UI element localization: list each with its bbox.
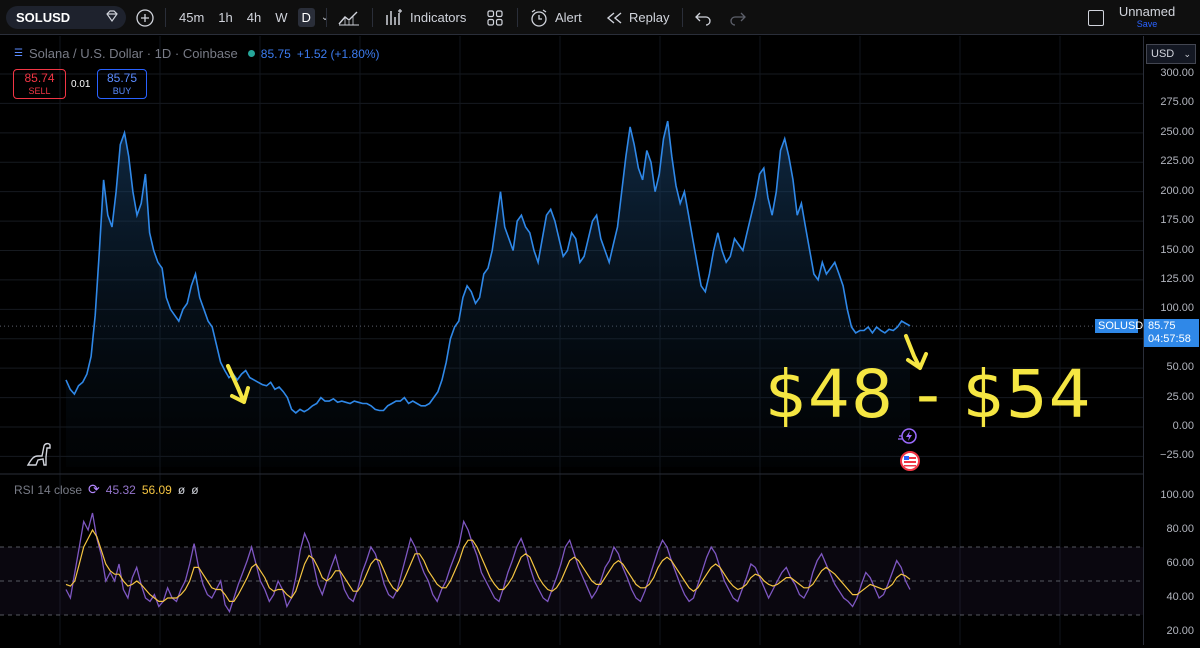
alarm-clock-icon	[531, 8, 547, 27]
price-axis-label: 125.00	[1160, 272, 1194, 285]
price-axis-label: 250.00	[1160, 125, 1194, 138]
sell-price: 85.74	[24, 71, 55, 85]
timeframe-45m[interactable]: 45m	[175, 8, 208, 27]
symbol-label: SOLUSD	[16, 10, 71, 25]
last-price-symbol-tag: SOLUSD	[1095, 319, 1143, 333]
separator	[326, 8, 327, 27]
separator	[682, 8, 683, 27]
sell-label: SELL	[28, 86, 51, 96]
last-price-axis-tag: 85.75 04:57:58	[1144, 319, 1199, 347]
top-toolbar: SOLUSD 45m 1h 4h W D ⌄ Indicators Alert …	[0, 0, 1200, 35]
replay-button[interactable]: Replay	[605, 0, 669, 35]
timeframe-1h[interactable]: 1h	[214, 8, 236, 27]
save-label: Save	[1136, 19, 1158, 29]
price-axis-label: 275.00	[1160, 96, 1194, 109]
us-flag-event-icon[interactable]	[900, 451, 920, 474]
buy-label: BUY	[112, 86, 132, 96]
separator	[372, 8, 373, 27]
price-axis-label: 50.00	[1166, 361, 1194, 374]
legend-title[interactable]: Solana / U.S. Dollar · 1D · Coinbase	[29, 46, 238, 61]
price-axis-label: 225.00	[1160, 155, 1194, 168]
chevron-down-icon: ⌄	[1183, 48, 1191, 59]
market-status-dot	[247, 50, 255, 57]
legend-price: 85.75	[260, 46, 291, 61]
diamond-icon[interactable]	[104, 8, 120, 27]
timeframe-w[interactable]: W	[271, 8, 291, 27]
rsi-axis-label: 80.00	[1166, 523, 1194, 535]
compare-add-icon[interactable]	[135, 0, 155, 35]
currency-label: USD	[1151, 48, 1175, 60]
indicators-icon	[386, 8, 402, 25]
price-axis-label: 150.00	[1160, 243, 1194, 256]
layout-name-button[interactable]: Unnamed Save	[1117, 5, 1177, 31]
indicators-button[interactable]: Indicators	[384, 0, 466, 35]
price-axis-label: −25.00	[1160, 449, 1194, 462]
rsi-extra-2: ø	[191, 482, 199, 497]
price-chart-svg[interactable]	[0, 36, 1143, 645]
rsi-extra-1: ø	[177, 482, 186, 497]
replay-label: Replay	[629, 10, 670, 25]
layout-checkbox[interactable]	[1088, 0, 1104, 35]
refresh-icon[interactable]: ⟳	[88, 481, 100, 498]
chart-pane[interactable]	[0, 36, 1143, 645]
price-axis-label: 300.00	[1160, 67, 1194, 79]
timeframe-4h[interactable]: 4h	[243, 8, 265, 27]
separator	[165, 8, 166, 27]
spread-value: 0.01	[71, 79, 91, 90]
last-price-value: 85.75	[1148, 320, 1176, 332]
rsi-axis-label: 20.00	[1166, 625, 1194, 637]
legend-change: +1.52 (+1.80%)	[296, 46, 380, 61]
alert-button[interactable]: Alert	[529, 0, 582, 35]
undo-icon[interactable]	[694, 0, 712, 35]
price-axis-label: 25.00	[1166, 390, 1194, 403]
currency-select[interactable]: USD ⌄	[1146, 44, 1196, 64]
redo-icon[interactable]	[729, 0, 747, 35]
layout-name: Unnamed	[1118, 4, 1176, 19]
buy-price: 85.75	[106, 71, 138, 85]
timeframe-group: 45m 1h 4h W D ⌄	[175, 0, 329, 35]
price-axis-label: 100.00	[1160, 302, 1194, 315]
alert-label: Alert	[555, 10, 582, 25]
chart-type-icon[interactable]	[337, 0, 361, 35]
price-axis-label: 200.00	[1160, 184, 1194, 197]
rsi-legend: RSI 14 close ⟳ 45.32 56.09 ø ø	[14, 481, 199, 498]
event-lightning-icon[interactable]	[897, 427, 919, 448]
rewind-icon	[606, 11, 622, 24]
price-axis-label: 0.00	[1172, 420, 1194, 432]
rsi-ma-value: 56.09	[141, 482, 172, 497]
sell-button[interactable]: 85.74 SELL	[13, 69, 66, 99]
separator	[517, 8, 518, 27]
countdown-timer: 04:57:58	[1148, 333, 1191, 345]
price-axis-label: 175.00	[1160, 214, 1194, 227]
legend-menu-icon[interactable]: ☰	[14, 48, 23, 59]
rsi-value: 45.32	[105, 482, 136, 497]
rsi-axis-label: 60.00	[1166, 557, 1194, 569]
rsi-axis-label: 100.00	[1160, 489, 1194, 501]
timeframe-d[interactable]: D	[297, 8, 315, 27]
dinosaur-icon[interactable]	[26, 440, 54, 471]
chart-legend: ☰ Solana / U.S. Dollar · 1D · Coinbase 8…	[14, 46, 380, 61]
indicators-label: Indicators	[410, 10, 467, 25]
symbol-search-button[interactable]: SOLUSD	[6, 6, 126, 29]
price-target-annotation: $48 - $54	[765, 356, 1092, 433]
rsi-axis-label: 40.00	[1166, 591, 1194, 603]
buy-button[interactable]: 85.75 BUY	[97, 69, 147, 99]
rsi-label[interactable]: RSI 14 close	[14, 483, 82, 497]
layouts-grid-icon[interactable]	[486, 0, 504, 35]
